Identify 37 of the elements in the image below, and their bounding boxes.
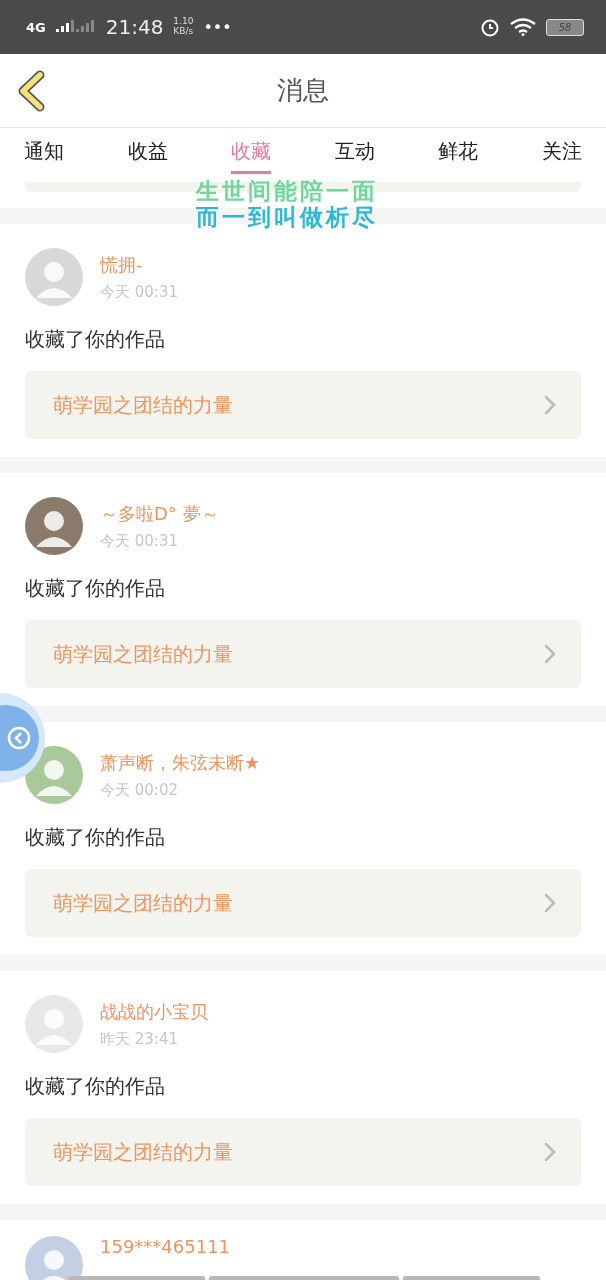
user-name: 159***465111 (100, 1236, 231, 1257)
signal-icon (55, 20, 96, 34)
action-text: 收藏了你的作品 (25, 326, 166, 353)
tab[interactable]: 互动 (334, 132, 375, 174)
action-text: 收藏了你的作品 (25, 575, 166, 602)
speed-value: 1.10 (173, 17, 194, 27)
tab[interactable]: 通知 (24, 132, 64, 174)
more-dots: ••• (203, 17, 232, 37)
lyric-line: 生世间能陪一面 (196, 178, 378, 205)
action-text: 收藏了你的作品 (25, 1073, 166, 1100)
alarm-icon (480, 17, 500, 37)
lyric-line: 而一到叫做析尽 (196, 204, 378, 231)
speed-unit: KB/s (173, 27, 194, 37)
tab[interactable]: 鲜花 (438, 132, 479, 174)
page-title: 消息 (277, 74, 329, 107)
user-name: ～多啦D° 夢～ (100, 501, 219, 526)
message-time: 今天 00:31 (100, 282, 178, 302)
network-type: 4G (26, 19, 46, 35)
chevron-right-icon (543, 1141, 557, 1163)
message-time: 昨天 23:41 (100, 1029, 179, 1049)
tab[interactable]: 收益 (127, 132, 168, 174)
user-name: 慌拥- (100, 252, 144, 277)
tab[interactable]: 关注 (541, 132, 582, 174)
chevron-right-icon (543, 394, 557, 416)
chevron-right-icon (543, 892, 557, 914)
user-name: 萧声断，朱弦未断★ (100, 750, 261, 775)
user-name: 战战的小宝贝 (100, 999, 208, 1024)
message-time: 今天 00:31 (100, 531, 179, 551)
battery-level: 58 (546, 18, 584, 36)
wifi-icon (510, 18, 536, 36)
chevron-left-circle-icon (7, 726, 31, 750)
message-time: 今天 00:02 (100, 780, 179, 800)
avatar (25, 497, 83, 555)
action-text: 收藏了你的作品 (25, 824, 166, 851)
chevron-right-icon (543, 643, 557, 665)
avatar (25, 248, 83, 306)
clock-time: 21:48 (105, 15, 164, 39)
